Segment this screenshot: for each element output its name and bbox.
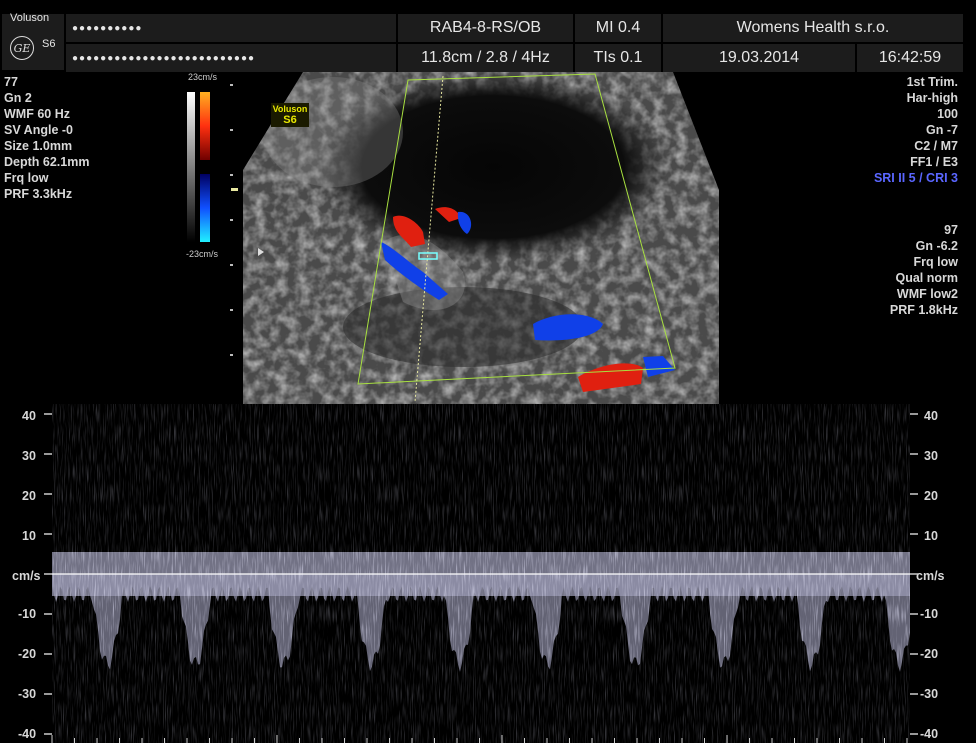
left-parameter-panel: 77 Gn 2 WMF 60 Hz SV Angle -0 Size 1.0mm…	[4, 74, 89, 202]
right-parameter-panel-top: 1st Trim. Har-high 100 Gn -7 C2 / M7 FF1…	[874, 74, 958, 186]
param-sri-cri: SRI II 5 / CRI 3	[873, 171, 958, 185]
probe-app-label: RAB4-8-RS/OB	[398, 14, 573, 42]
patient-id-value: ●●●●●●●●●●	[72, 22, 143, 34]
model-name: S6	[42, 38, 56, 50]
param-gain-2d: Gn -7	[926, 123, 958, 137]
param-gain: Gn 2	[4, 91, 32, 105]
param-ff-e: FF1 / E3	[910, 155, 958, 169]
param-frame-rate: 77	[4, 75, 18, 89]
param-harmonic: Har-high	[906, 91, 958, 105]
bmode-color-doppler-image[interactable]	[243, 72, 719, 404]
param-color-prf: PRF 1.8kHz	[889, 303, 958, 317]
param-size: Size 1.0mm	[4, 139, 73, 153]
ge-logo-icon: GE	[10, 36, 34, 60]
patient-name-field[interactable]: ●●●●●●●●●●●●●●●●●●●●●●●●●●	[66, 44, 396, 72]
param-c-m: C2 / M7	[914, 139, 958, 153]
param-frequency: Frq low	[4, 171, 49, 185]
header-bar: Voluson GE S6 ●●●●●●●●●● ●●●●●●●●●●●●●●●…	[0, 0, 976, 72]
param-color-gain: Gn -6.2	[915, 239, 958, 253]
color-velocity-bar	[187, 92, 210, 242]
param-depth: Depth 62.1mm	[4, 155, 90, 169]
spectral-doppler-trace[interactable]	[0, 404, 976, 743]
param-wmf: WMF 60 Hz	[4, 107, 70, 121]
patient-id-field[interactable]: ●●●●●●●●●●	[66, 14, 396, 42]
institution-label: Womens Health s.r.o.	[663, 14, 963, 42]
patient-name-value: ●●●●●●●●●●●●●●●●●●●●●●●●●●	[72, 52, 256, 64]
colorbar-top-label: 23cm/s	[188, 72, 218, 82]
time-label: 16:42:59	[857, 44, 963, 72]
spectrum-axis-right	[910, 413, 918, 735]
right-parameter-panel-bottom: 97 Gn -6.2 Frq low Qual norm WMF low2 PR…	[890, 222, 958, 318]
tis-label: TIs 0.1	[575, 44, 661, 72]
spectrum-axis-left	[44, 413, 52, 735]
param-trimester: 1st Trim.	[906, 75, 958, 89]
depth-info-label: 11.8cm / 2.8 / 4Hz	[398, 44, 573, 72]
brand-block: Voluson GE S6	[2, 12, 64, 70]
image-watermark-tag: Voluson S6	[271, 103, 309, 127]
param-power: 100	[937, 107, 958, 121]
mi-label: MI 0.4	[575, 14, 661, 42]
colorbar-bottom-label: -23cm/s	[186, 249, 219, 259]
date-label: 19.03.2014	[663, 44, 855, 72]
param-color-frequency: Frq low	[913, 255, 958, 269]
param-color-wmf: WMF low2	[896, 287, 958, 301]
brand-name: Voluson	[10, 12, 50, 24]
param-prf: PRF 3.3kHz	[4, 187, 73, 201]
tag-model: S6	[283, 114, 297, 126]
focus-marker-icon[interactable]	[256, 246, 266, 258]
param-color-power: 97	[944, 223, 958, 237]
param-sv-angle: SV Angle -0	[4, 123, 73, 137]
depth-scale-ruler	[230, 84, 238, 356]
param-quality: Qual norm	[895, 271, 958, 285]
